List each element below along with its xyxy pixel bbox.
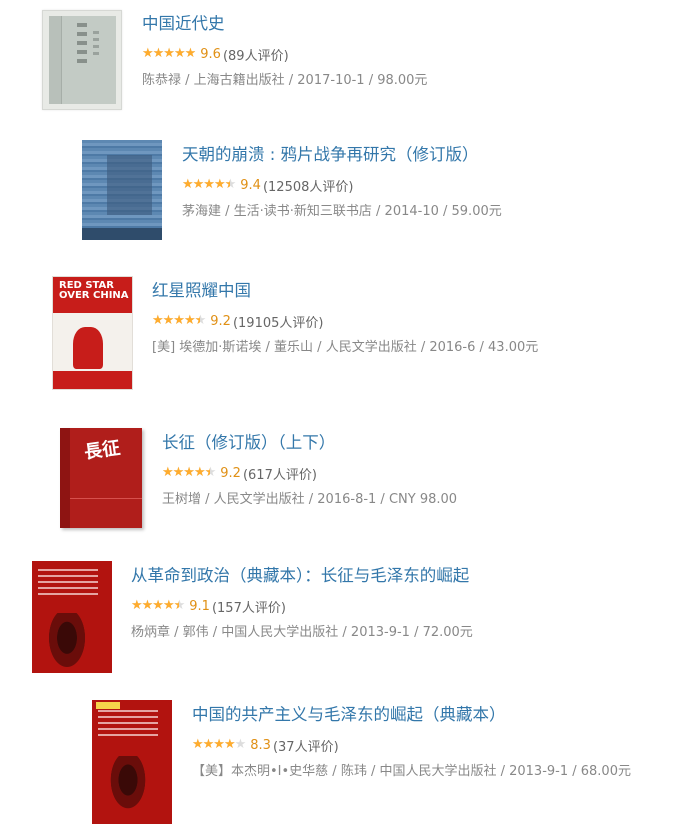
book-info: 长征（修订版）（上下） ★★★★★ ★★★★★ 9.2 (617人评价) 王树增… bbox=[162, 432, 457, 509]
cover-portrait bbox=[106, 756, 150, 816]
rating-score: 9.6 bbox=[200, 46, 221, 62]
star-fill: ★★★★★ bbox=[162, 466, 210, 480]
cover-panel bbox=[107, 155, 152, 215]
book-info: 从革命到政治（典藏本）：长征与毛泽东的崛起 ★★★★★ ★★★★★ 9.1 (1… bbox=[131, 565, 473, 642]
star-fill: ★★★★★ bbox=[131, 599, 179, 613]
star-rating-icon: ★★★★★ ★★★★★ bbox=[131, 599, 185, 613]
rating-votes: (12508人评价) bbox=[262, 179, 354, 195]
book-publication-info: 陈恭禄 / 上海古籍出版社 / 2017-10-1 / 98.00元 bbox=[142, 73, 428, 88]
cover-title-marks bbox=[38, 569, 98, 599]
star-fill: ★★★★★ bbox=[192, 738, 235, 752]
rating-row: ★★★★★ ★★★★★ 9.1 (157人评价) bbox=[131, 597, 473, 616]
book-publication-info: 王树增 / 人民文学出版社 / 2016-8-1 / CNY 98.00 bbox=[162, 492, 458, 507]
cover-spine bbox=[60, 428, 70, 528]
book-item: 中国的共产主义与毛泽东的崛起（典藏本） ★★★★★ ★★★★★ 8.3 (37人… bbox=[0, 696, 691, 826]
rating-row: ★★★★★ ★★★★★ 8.3 (37人评价) bbox=[192, 736, 631, 755]
book-item: 从革命到政治（典藏本）：长征与毛泽东的崛起 ★★★★★ ★★★★★ 9.1 (1… bbox=[0, 555, 691, 680]
star-fill: ★★★★★ bbox=[182, 178, 230, 192]
book-title-link[interactable]: 中国近代史 bbox=[142, 13, 427, 35]
cover-board bbox=[61, 16, 116, 104]
book-info: 中国近代史 ★★★★★ ★★★★★ 9.6 (89人评价) 陈恭禄 / 上海古籍… bbox=[142, 13, 427, 90]
book-item: RED STAR OVER CHINA 红星照耀中国 ★★★★★ ★★★★★ 9… bbox=[0, 266, 691, 396]
cover-portrait bbox=[44, 613, 90, 673]
book-cover-image[interactable]: RED STAR OVER CHINA bbox=[52, 276, 133, 390]
rating-score: 9.2 bbox=[210, 313, 231, 329]
rating-row: ★★★★★ ★★★★★ 9.6 (89人评价) bbox=[142, 45, 427, 64]
book-title-link[interactable]: 中国的共产主义与毛泽东的崛起（典藏本） bbox=[192, 704, 631, 726]
book-publication-info: [美] 埃德加·斯诺埃 / 董乐山 / 人民文学出版社 / 2016-6 / 4… bbox=[152, 340, 539, 355]
rating-score: 8.3 bbox=[250, 737, 271, 753]
book-cover-image[interactable] bbox=[32, 561, 112, 673]
rating-row: ★★★★★ ★★★★★ 9.4 (12508人评价) bbox=[182, 176, 502, 195]
book-cover-image[interactable]: 長征 bbox=[60, 428, 142, 528]
cover-calligraphy-icon: 長征 bbox=[82, 437, 122, 464]
cover-spine bbox=[49, 16, 61, 104]
rating-votes: (617人评价) bbox=[242, 467, 317, 483]
cover-figure bbox=[73, 327, 103, 369]
book-info: 红星照耀中国 ★★★★★ ★★★★★ 9.2 (19105人评价) [美] 埃德… bbox=[152, 280, 538, 357]
star-rating-icon: ★★★★★ ★★★★★ bbox=[192, 738, 246, 752]
book-cover-image[interactable] bbox=[92, 700, 172, 824]
rating-votes: (157人评价) bbox=[211, 600, 286, 616]
book-cover-image[interactable] bbox=[42, 10, 122, 110]
book-title-link[interactable]: 从革命到政治（典藏本）：长征与毛泽东的崛起 bbox=[131, 565, 473, 587]
rating-score: 9.1 bbox=[189, 598, 210, 614]
rating-votes: (37人评价) bbox=[272, 739, 339, 755]
book-title-link[interactable]: 长征（修订版）（上下） bbox=[162, 432, 457, 454]
cover-bottom-bar bbox=[82, 228, 162, 240]
book-publication-info: 茅海建 / 生活·读书·新知三联书店 / 2014-10 / 59.00元 bbox=[182, 204, 502, 219]
book-title-link[interactable]: 红星照耀中国 bbox=[152, 280, 538, 302]
book-item: 中国近代史 ★★★★★ ★★★★★ 9.6 (89人评价) 陈恭禄 / 上海古籍… bbox=[0, 0, 691, 120]
book-publication-info: 杨炳章 / 郭伟 / 中国人民大学出版社 / 2013-9-1 / 72.00元 bbox=[131, 625, 473, 640]
book-info: 天朝的崩溃 : 鸦片战争再研究（修订版） ★★★★★ ★★★★★ 9.4 (12… bbox=[182, 144, 502, 221]
rating-row: ★★★★★ ★★★★★ 9.2 (19105人评价) bbox=[152, 312, 538, 331]
rating-score: 9.4 bbox=[240, 177, 261, 193]
rating-votes: (19105人评价) bbox=[232, 315, 324, 331]
star-rating-icon: ★★★★★ ★★★★★ bbox=[182, 178, 236, 192]
star-rating-icon: ★★★★★ ★★★★★ bbox=[152, 314, 206, 328]
book-info: 中国的共产主义与毛泽东的崛起（典藏本） ★★★★★ ★★★★★ 8.3 (37人… bbox=[192, 704, 631, 781]
star-fill: ★★★★★ bbox=[142, 47, 196, 61]
cover-divider bbox=[70, 498, 142, 499]
book-item: 天朝的崩溃 : 鸦片战争再研究（修订版） ★★★★★ ★★★★★ 9.4 (12… bbox=[0, 130, 691, 250]
star-fill: ★★★★★ bbox=[152, 314, 200, 328]
rating-row: ★★★★★ ★★★★★ 9.2 (617人评价) bbox=[162, 464, 457, 483]
cover-label bbox=[96, 702, 120, 709]
cover-title-marks bbox=[98, 710, 158, 738]
cover-title-marks bbox=[77, 23, 87, 63]
rating-votes: (89人评价) bbox=[222, 48, 289, 64]
star-rating-icon: ★★★★★ ★★★★★ bbox=[142, 47, 196, 61]
book-cover-image[interactable] bbox=[82, 140, 162, 240]
book-title-link[interactable]: 天朝的崩溃 : 鸦片战争再研究（修订版） bbox=[182, 144, 502, 166]
cover-subtitle-marks bbox=[93, 31, 99, 57]
rating-score: 9.2 bbox=[220, 465, 241, 481]
book-item: 長征 长征（修订版）（上下） ★★★★★ ★★★★★ 9.2 (617人评价) … bbox=[0, 420, 691, 540]
cover-title-text: RED STAR OVER CHINA bbox=[53, 277, 132, 313]
star-rating-icon: ★★★★★ ★★★★★ bbox=[162, 466, 216, 480]
cover-bottom-band bbox=[53, 371, 132, 389]
book-publication-info: 【美】本杰明•I•史华慈 / 陈玮 / 中国人民大学出版社 / 2013-9-1… bbox=[192, 764, 631, 779]
